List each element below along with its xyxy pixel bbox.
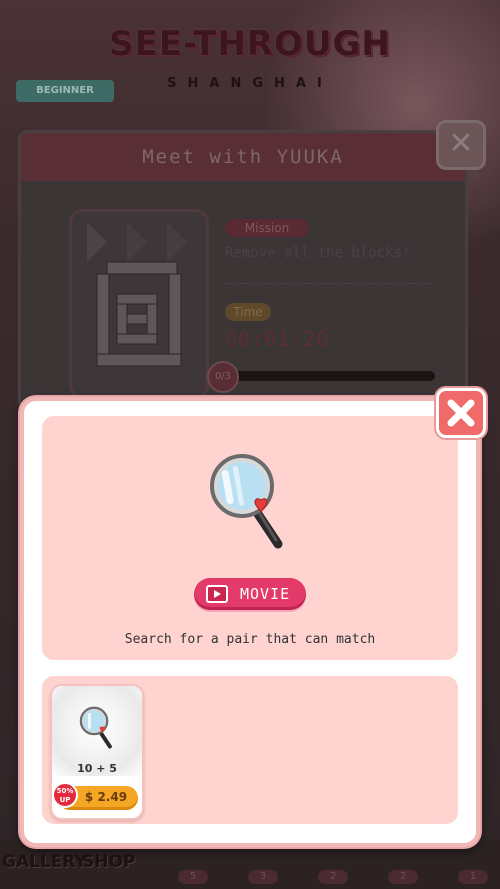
logo-title: SEE-THROUGH (109, 24, 391, 64)
item-description: Search for a pair that can match (124, 632, 376, 647)
nav-shop: SHOP (82, 852, 136, 872)
item-count: 2 (388, 870, 418, 884)
item-count: 2 (318, 870, 348, 884)
item-count: 5 (178, 870, 208, 884)
mission-text: Remove all the blocks! (225, 245, 411, 261)
item-count: 3 (248, 870, 278, 884)
time-label: Time (225, 303, 271, 321)
bonus-badge: 50% UP (52, 782, 78, 808)
close-x-icon (447, 399, 475, 427)
item-count: 1 (458, 870, 488, 884)
time-value: 00:01:20 (225, 327, 330, 351)
mission-label: Mission (225, 219, 309, 237)
film-icon (206, 585, 228, 603)
progress-bar (231, 371, 435, 381)
stage-dialog: Meet with YUUKA Mission Remove all the b… (18, 130, 468, 410)
magnifier-mirror-icon (79, 706, 112, 749)
speech-tag: BEGINNER (16, 80, 114, 102)
bottom-nav: GALLERY SHOP 5 3 2 2 1 (0, 840, 500, 889)
movie-button-label: MOVIE (240, 585, 291, 603)
board-preview (69, 209, 209, 399)
stage-title: Meet with YUUKA (21, 133, 465, 181)
watch-movie-button[interactable]: MOVIE (194, 578, 306, 610)
product-quantity: 10 + 5 (77, 762, 117, 775)
board-thumbnail-icon (87, 222, 187, 367)
close-button[interactable] (436, 388, 486, 438)
magnifier-mirror-icon (210, 454, 283, 549)
divider (225, 283, 431, 284)
nav-gallery: GALLERY (2, 852, 87, 872)
progress-badge: 0/3 (207, 361, 239, 393)
stage-close-button: ✕ (436, 120, 486, 170)
